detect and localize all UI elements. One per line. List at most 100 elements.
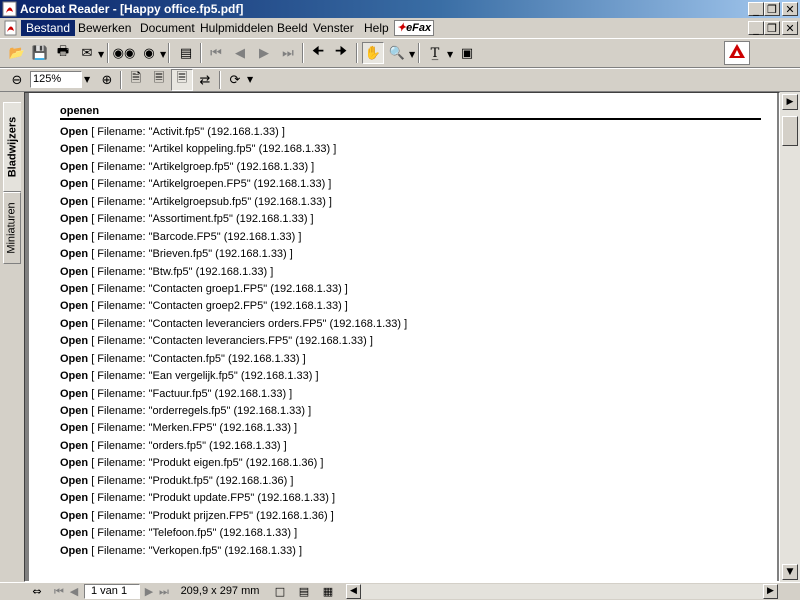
open-entry-text: [ Filename: "Artikelgroepen.FP5" (192.16…	[91, 178, 332, 191]
menu-venster[interactable]: Venster	[313, 20, 354, 36]
adobe-logo[interactable]	[724, 41, 750, 65]
open-entry-text: [ Filename: "Produkt.fp5" (192.168.1.36)…	[91, 474, 294, 487]
menu-hulpmiddelen[interactable]: Hulpmiddelen	[200, 20, 273, 36]
zoom-tool-dropdown-icon[interactable]: ▼	[409, 50, 415, 59]
scroll-down-button[interactable]: ▼	[782, 564, 798, 580]
actual-size-button[interactable]: 🗎	[125, 69, 147, 91]
email-button[interactable]: ✉	[76, 42, 98, 64]
menu-beeld[interactable]: Beeld	[277, 20, 308, 36]
fit-width-button[interactable]: 🗏	[171, 69, 193, 91]
email-dropdown-icon[interactable]: ▼	[98, 50, 104, 59]
menu-help[interactable]: Help	[364, 20, 389, 36]
status-last-page-button[interactable]: ⏭	[157, 584, 171, 599]
open-entry-row: Open [ Filename: "Activit.fp5" (192.168.…	[60, 124, 407, 141]
title-bar[interactable]: Acrobat Reader - [Happy office.fp5.pdf] …	[0, 0, 800, 18]
open-keyword: Open	[60, 370, 89, 383]
tab-bookmarks[interactable]: Bladwijzers	[3, 102, 21, 192]
zoom-in-button[interactable]: ⊕	[96, 69, 118, 91]
restore-button[interactable]: ❐	[764, 2, 780, 16]
open-entry-text: [ Filename: "Artikel koppeling.fp5" (192…	[91, 143, 337, 156]
rotate-page-icon: ⟳	[229, 72, 241, 88]
rotate-dropdown-icon[interactable]: ▼	[247, 75, 253, 84]
facing-pages-layout-button[interactable]: ▦	[320, 584, 336, 599]
scroll-right-button[interactable]: ▶	[763, 584, 778, 599]
text-select-button[interactable]: T̲	[424, 42, 446, 64]
first-page-button[interactable]: ⏮	[205, 42, 227, 64]
status-previous-page-button[interactable]: ◀	[67, 584, 81, 599]
doc-restore-button[interactable]: ❐	[764, 21, 780, 35]
doc-close-button[interactable]: ✕	[782, 21, 798, 35]
open-entry-text: [ Filename: "Contacten.fp5" (192.168.1.3…	[91, 352, 306, 365]
nav-pane-toggle-button[interactable]: ⇔	[30, 584, 44, 599]
status-first-page-button[interactable]: ⏮	[52, 584, 66, 599]
continuous-layout-button[interactable]: ▤	[296, 584, 312, 599]
rotate-view-button[interactable]: ⟳	[224, 69, 246, 91]
zoom-tool-button[interactable]: 🔍	[386, 42, 408, 64]
open-entry-text: [ Filename: "Btw.fp5" (192.168.1.33) ]	[91, 265, 274, 278]
page-number-field[interactable]: 1 van 1	[84, 584, 140, 599]
open-entry-row: Open [ Filename: "Btw.fp5" (192.168.1.33…	[60, 264, 407, 281]
next-view-button[interactable]: 🠊	[330, 42, 352, 64]
open-keyword: Open	[60, 544, 89, 557]
close-button[interactable]: ✕	[782, 2, 798, 16]
open-keyword: Open	[60, 265, 89, 278]
search-dropdown-icon[interactable]: ▼	[160, 50, 166, 59]
next-page-button[interactable]: ▶	[253, 42, 275, 64]
open-entries-list: Open [ Filename: "Activit.fp5" (192.168.…	[60, 124, 407, 560]
previous-view-button[interactable]: 🠈	[307, 42, 329, 64]
minimize-icon: _	[753, 22, 759, 35]
open-entry-text: [ Filename: "Contacten leveranciers orde…	[91, 317, 408, 330]
document-view[interactable]: openen Open [ Filename: "Activit.fp5" (1…	[24, 92, 780, 582]
pdf-page[interactable]: openen Open [ Filename: "Activit.fp5" (1…	[29, 93, 777, 581]
vertical-scroll-thumb[interactable]	[782, 116, 798, 146]
single-page-layout-button[interactable]: □	[272, 584, 288, 599]
menu-bestand[interactable]: Bestand	[21, 20, 76, 36]
acrobat-app-icon[interactable]	[2, 1, 18, 17]
open-entry-text: [ Filename: "Artikelgroep.fp5" (192.168.…	[91, 160, 315, 173]
efax-button[interactable]: ✦eFax	[394, 20, 434, 36]
save-disk-icon: 💾	[31, 45, 49, 61]
open-keyword: Open	[60, 439, 89, 452]
restore-icon: ❐	[767, 22, 777, 35]
menu-document[interactable]: Document	[140, 20, 195, 36]
print-button[interactable]: 🖶	[52, 42, 74, 64]
horizontal-scrollbar[interactable]: ◀ ▶	[346, 584, 778, 599]
open-keyword: Open	[60, 352, 89, 365]
open-entry-text: [ Filename: "Verkopen.fp5" (192.168.1.33…	[91, 544, 303, 557]
snapshot-button[interactable]: ▣	[456, 42, 478, 64]
open-entry-text: [ Filename: "Barcode.FP5" (192.168.1.33)…	[91, 230, 302, 243]
tab-bookmarks-label: Bladwijzers	[6, 116, 19, 178]
find-button[interactable]: ◉◉	[113, 42, 136, 64]
text-select-dropdown-icon[interactable]: ▼	[447, 50, 453, 59]
vertical-scrollbar[interactable]: ▶ ▼	[780, 92, 800, 582]
zoom-input[interactable]: 125%	[30, 71, 82, 88]
status-next-page-button[interactable]: ▶	[142, 584, 156, 599]
open-button[interactable]: 📂	[6, 42, 28, 64]
minimize-button[interactable]: _	[748, 2, 764, 16]
scroll-up-button[interactable]: ▶	[782, 94, 798, 110]
open-entry-row: Open [ Filename: "Verkopen.fp5" (192.168…	[60, 543, 407, 560]
zoom-dropdown-icon[interactable]: ▼	[84, 75, 90, 84]
hand-tool-button[interactable]: ✋	[362, 42, 384, 64]
menu-bewerken[interactable]: Bewerken	[78, 20, 131, 36]
doc-minimize-button[interactable]: _	[748, 21, 764, 35]
zoom-out-button[interactable]: ⊖	[6, 69, 28, 91]
save-button[interactable]: 💾	[29, 42, 51, 64]
zoom-in-magnifier-icon: 🔍	[388, 45, 406, 61]
last-page-button[interactable]: ⏭	[277, 42, 299, 64]
show-navigation-pane-button[interactable]: ▤	[175, 42, 197, 64]
open-entry-row: Open [ Filename: "Artikelgroep.fp5" (192…	[60, 159, 407, 176]
facing-pages-icon: ▦	[322, 585, 334, 598]
open-keyword: Open	[60, 143, 89, 156]
previous-page-button[interactable]: ◀	[229, 42, 251, 64]
open-entry-text: [ Filename: "orders.fp5" (192.168.1.33) …	[91, 439, 287, 452]
text-select-icon: T̲	[430, 45, 440, 61]
search-button[interactable]: ◉	[138, 42, 160, 64]
efax-logo-icon: ✦	[396, 22, 407, 34]
fit-page-button[interactable]: 🗏	[148, 69, 170, 91]
tab-thumbnails[interactable]: Miniaturen	[3, 192, 21, 264]
fit-visible-button[interactable]: ⇄	[194, 69, 216, 91]
tab-thumbnails-label: Miniaturen	[6, 202, 19, 254]
scroll-left-button[interactable]: ◀	[346, 584, 361, 599]
document-window-icon[interactable]	[3, 20, 19, 36]
